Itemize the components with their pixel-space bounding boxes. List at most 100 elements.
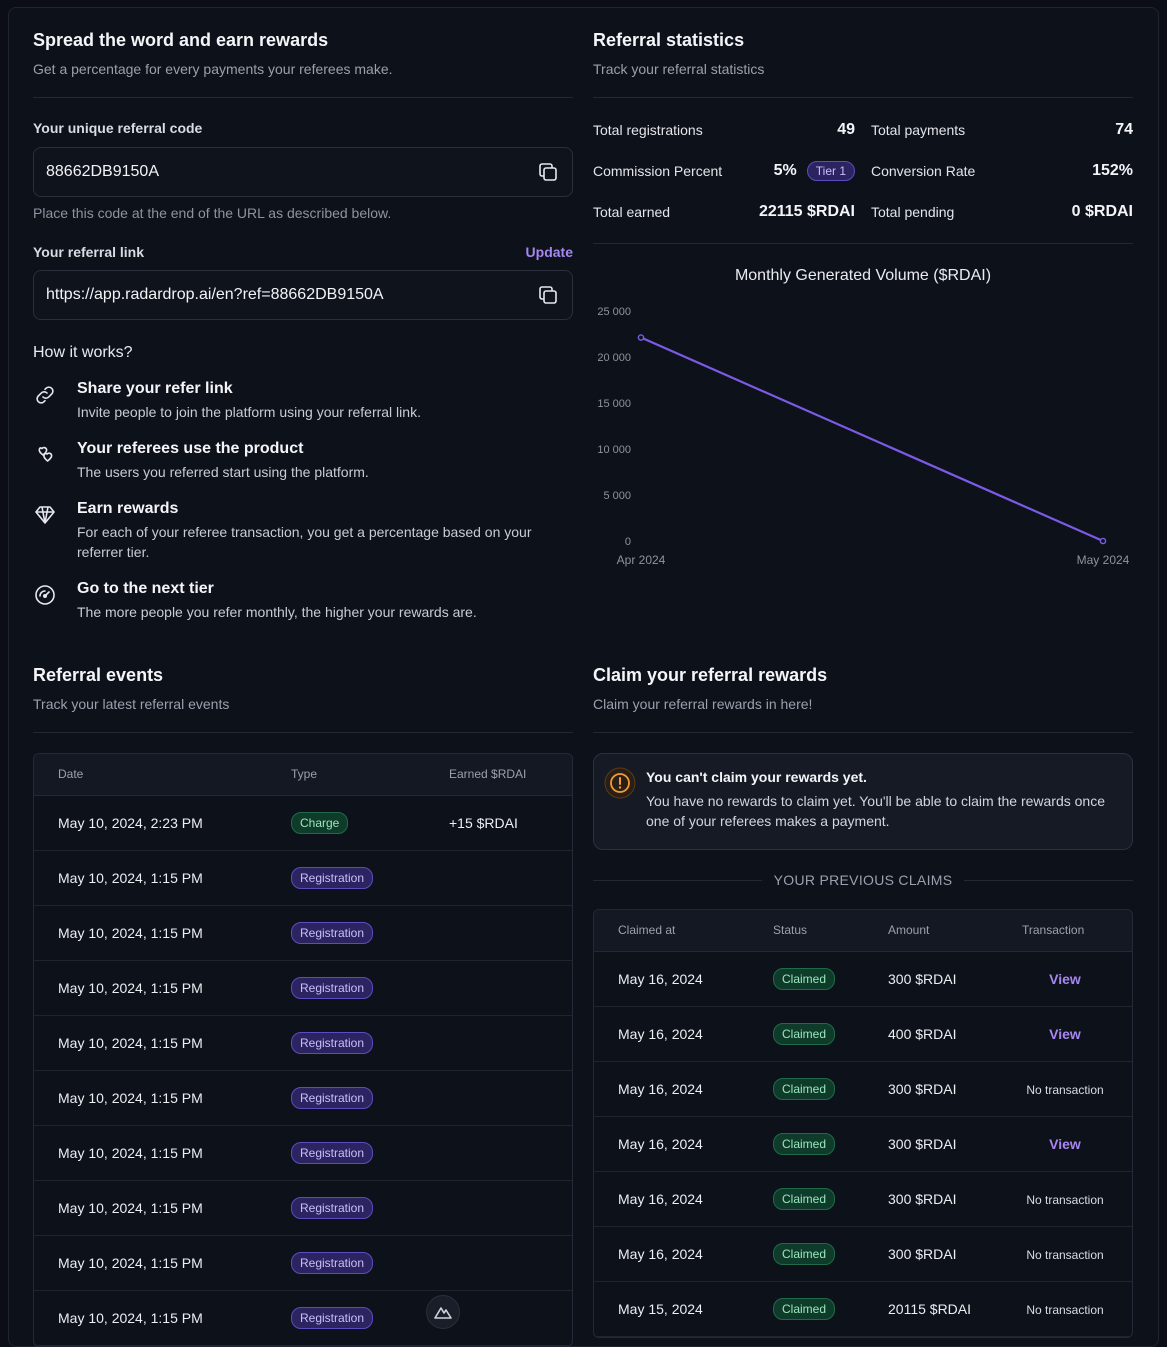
col-transaction: Transaction [998, 910, 1132, 952]
update-button[interactable]: Update [526, 244, 573, 260]
event-type-cell: Registration [267, 1125, 425, 1181]
claim-status-cell: Claimed [749, 1171, 864, 1227]
claim-date: May 16, 2024 [594, 1226, 749, 1282]
copy-icon[interactable] [536, 160, 560, 184]
claim-status-cell: Claimed [749, 1006, 864, 1062]
no-transaction-text: No transaction [1026, 1302, 1104, 1317]
y-tick-label: 15 000 [597, 398, 631, 410]
event-earned [425, 850, 572, 906]
event-type-badge: Registration [291, 1031, 374, 1054]
link-header: Your referral link Update [33, 244, 573, 260]
no-transaction-text: No transaction [1026, 1247, 1104, 1262]
status-badge: Claimed [773, 1132, 836, 1155]
event-date: May 10, 2024, 1:15 PM [34, 1125, 267, 1181]
event-type-cell: Registration [267, 1290, 425, 1346]
col-type: Type [267, 754, 425, 796]
claim-amount: 300 $RDAI [864, 1061, 998, 1117]
event-type-cell: Charge [267, 795, 425, 851]
view-transaction-link[interactable]: View [1049, 1136, 1081, 1152]
events-panel: Referral events Track your latest referr… [33, 665, 573, 1347]
event-type-badge: Registration [291, 1086, 374, 1109]
stat-earned: Total earned 22115 $RDAI [593, 191, 855, 232]
steps-list: Share your refer link Invite people to j… [33, 380, 573, 622]
no-transaction-text: No transaction [1026, 1082, 1104, 1097]
y-tick-label: 25 000 [597, 306, 631, 318]
claim-amount: 300 $RDAI [864, 1116, 998, 1172]
event-date: May 10, 2024, 1:15 PM [34, 1070, 267, 1126]
referral-code-field[interactable]: 88662DB9150A [33, 147, 573, 197]
stat-total-payments: Total payments 74 [871, 109, 1133, 150]
view-transaction-link[interactable]: View [1049, 971, 1081, 987]
x-tick-label: Apr 2024 [617, 553, 666, 567]
event-type-cell: Registration [267, 1015, 425, 1071]
table-header-row: Date Type Earned $RDAI [34, 754, 572, 796]
copy-icon[interactable] [536, 283, 560, 307]
stat-label: Conversion Rate [871, 162, 976, 179]
claim-status-cell: Claimed [749, 1281, 864, 1337]
claim-status-cell: Claimed [749, 951, 864, 1007]
alert-description: You have no rewards to claim yet. You'll… [646, 793, 1105, 829]
claim-date: May 16, 2024 [594, 1006, 749, 1062]
status-badge: Claimed [773, 1022, 836, 1045]
stats-subtitle: Track your referral statistics [593, 61, 765, 77]
status-badge: Claimed [773, 1077, 836, 1100]
event-date: May 10, 2024, 1:15 PM [34, 1235, 267, 1291]
step-title: Go to the next tier [77, 580, 214, 597]
event-earned [425, 1125, 572, 1181]
col-status: Status [749, 910, 864, 952]
claim-transaction-cell: No transaction [998, 1171, 1132, 1227]
view-transaction-link[interactable]: View [1049, 1026, 1081, 1042]
claim-transaction-cell: View [998, 1116, 1132, 1172]
event-type-badge: Registration [291, 1196, 374, 1219]
table-row: May 10, 2024, 1:15 PM Registration [34, 905, 572, 961]
stat-value: 74 [1115, 120, 1133, 138]
events-table: Date Type Earned $RDAI May 10, 2024, 2:2… [33, 753, 573, 1347]
stat-total-registrations: Total registrations 49 [593, 109, 855, 150]
y-tick-label: 5 000 [603, 490, 631, 502]
table-row: May 16, 2024 Claimed 300 $RDAI View [594, 1116, 1132, 1172]
col-amount: Amount [864, 910, 998, 952]
event-earned [425, 1180, 572, 1236]
stats-panel: Referral statistics Track your referral … [593, 30, 1133, 571]
step-title: Your referees use the product [77, 440, 304, 457]
divider [33, 97, 573, 98]
event-earned [425, 1070, 572, 1126]
status-badge: Claimed [773, 1297, 836, 1320]
table-row: May 16, 2024 Claimed 300 $RDAI View [594, 951, 1132, 1007]
claim-amount: 20115 $RDAI [864, 1281, 998, 1337]
claim-date: May 16, 2024 [594, 951, 749, 1007]
claim-amount: 400 $RDAI [864, 1006, 998, 1062]
data-point [637, 334, 645, 341]
stat-value: 22115 $RDAI [758, 202, 855, 220]
claim-date: May 15, 2024 [594, 1281, 749, 1337]
claim-transaction-cell: No transaction [998, 1281, 1132, 1337]
code-helper: Place this code at the end of the URL as… [33, 205, 392, 221]
stats-grid: Total registrations 49 Total payments 74… [593, 109, 1133, 232]
step-item: Earn rewards For each of your referee tr… [33, 500, 573, 562]
step-desc: The users you referred start using the p… [77, 464, 369, 480]
claim-transaction-cell: View [998, 1006, 1132, 1062]
referral-link-value: https://app.radardrop.ai/en?ref=88662DB9… [46, 286, 384, 303]
referral-link-field[interactable]: https://app.radardrop.ai/en?ref=88662DB9… [33, 270, 573, 320]
claim-subtitle: Claim your referral rewards in here! [593, 696, 813, 712]
table-row: May 10, 2024, 1:15 PM Registration [34, 1125, 572, 1181]
referral-panel: Spread the word and earn rewards Get a p… [33, 30, 573, 640]
stat-value: 152% [1092, 161, 1133, 179]
data-point [1099, 537, 1107, 545]
status-badge: Claimed [773, 1242, 836, 1265]
code-label: Your unique referral code [33, 120, 203, 136]
claim-transaction-cell: No transaction [998, 1061, 1132, 1117]
step-item: Your referees use the product The users … [33, 440, 573, 482]
claim-transaction-cell: No transaction [998, 1226, 1132, 1282]
table-row: May 16, 2024 Claimed 300 $RDAI No transacti… [594, 1171, 1132, 1227]
event-earned: +15 $RDAI [425, 795, 572, 851]
stat-value: 5% [773, 161, 797, 179]
event-type-cell: Registration [267, 850, 425, 906]
claim-panel: Claim your referral rewards Claim your r… [593, 665, 1134, 1338]
claim-status-cell: Claimed [749, 1116, 864, 1172]
table-row: May 16, 2024 Claimed 300 $RDAI No transacti… [594, 1061, 1132, 1117]
divider [593, 243, 1133, 244]
event-type-cell: Registration [267, 1180, 425, 1236]
devtools-icon[interactable] [426, 1295, 460, 1329]
volume-line-chart: 0 5 000 10 000 15 000 20 000 25 000 Apr 2024 Ma… [597, 306, 1129, 567]
